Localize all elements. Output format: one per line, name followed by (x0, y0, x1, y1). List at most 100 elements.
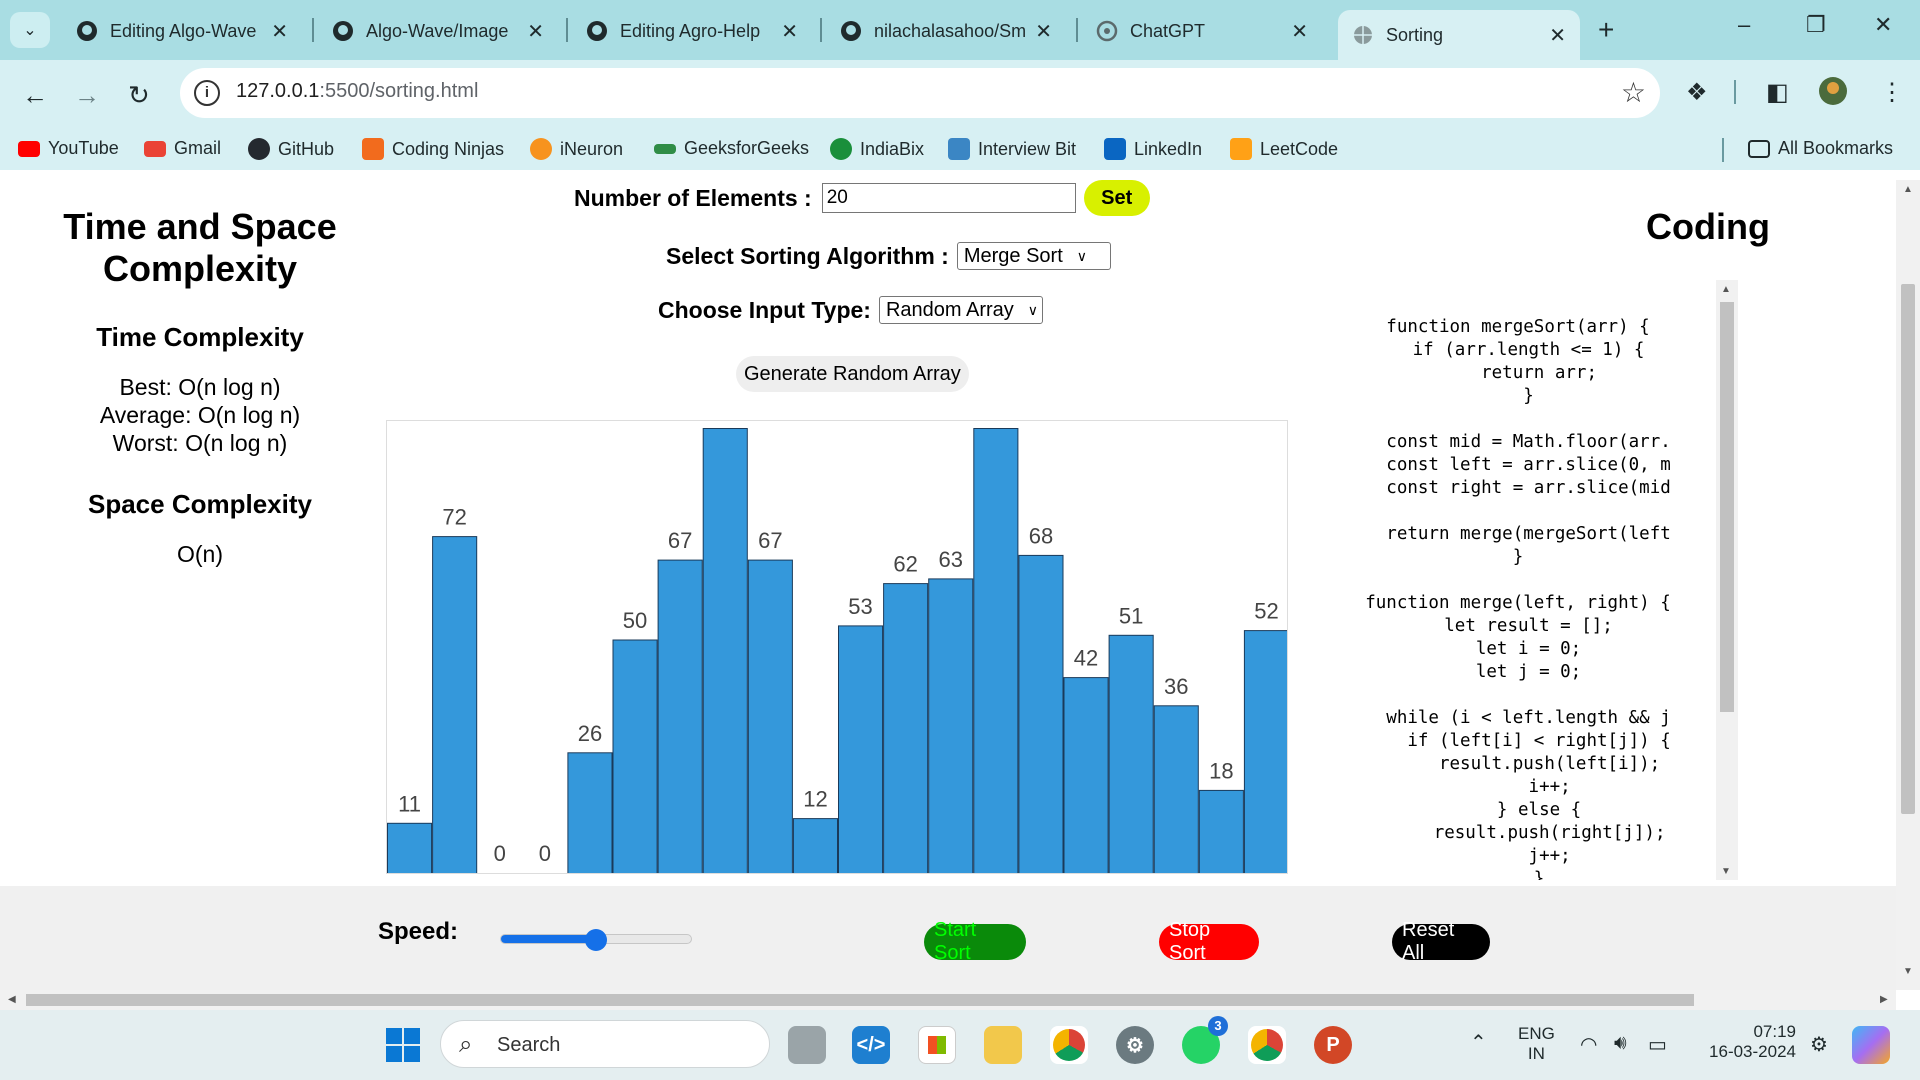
page-hscroll-thumb[interactable] (26, 994, 1694, 1006)
profile-avatar[interactable] (1818, 76, 1848, 106)
extensions-icon[interactable]: ❖ (1686, 78, 1708, 107)
time-complexity-values: Best: O(n log n) Average: O(n log n) Wor… (0, 373, 400, 457)
scroll-down-icon[interactable]: ▼ (1903, 966, 1913, 977)
taskbar-search[interactable]: ⌕ Search (440, 1020, 770, 1068)
bar (567, 752, 613, 873)
code-scrollbar[interactable]: ▲ ▼ (1716, 280, 1738, 880)
language-indicator[interactable]: ENG IN (1518, 1024, 1555, 1064)
bar-value-label: 18 (1209, 758, 1233, 783)
page-viewport: Time and Space Complexity Time Complexity… (0, 180, 1920, 1010)
chrome-icon[interactable] (1050, 1026, 1088, 1064)
bookmark-geeksforgeeks[interactable]: GeeksforGeeks (654, 138, 809, 159)
chevron-down-icon: ⌄ (23, 22, 37, 39)
chatgpt-icon (1096, 20, 1118, 42)
bookmark-indiabix[interactable]: IndiaBix (830, 138, 924, 160)
bar-value-label: 67 (758, 528, 782, 553)
all-bookmarks[interactable]: All Bookmarks (1748, 138, 1893, 159)
page-vertical-scrollbar[interactable]: ▲ ▼ (1896, 180, 1920, 990)
address-bar[interactable]: i 127.0.0.1:5500/sorting.html ☆ (180, 68, 1660, 118)
file-explorer-icon[interactable] (984, 1026, 1022, 1064)
close-icon[interactable]: ✕ (1035, 19, 1052, 44)
tab-search-button[interactable]: ⌄ (10, 12, 50, 48)
code-scroll-thumb[interactable] (1720, 302, 1734, 712)
bookmark-star-icon[interactable]: ☆ (1621, 76, 1646, 109)
bookmark-youtube[interactable]: YouTube (18, 138, 119, 159)
tab-separator (566, 18, 568, 42)
wifi-icon[interactable]: ◠ (1580, 1032, 1597, 1057)
volume-icon[interactable]: 🔊︎ (1614, 1032, 1627, 1055)
site-info-icon[interactable]: i (194, 80, 220, 106)
close-icon[interactable]: ✕ (781, 19, 798, 44)
speed-slider[interactable] (500, 929, 692, 951)
minimize-icon[interactable]: – (1738, 12, 1750, 38)
bookmarks-divider (1722, 138, 1724, 162)
playback-controls: Speed: Start Sort Stop Sort Reset All (0, 886, 1896, 990)
restore-icon[interactable]: ❐ (1806, 12, 1826, 38)
tab-title: Editing Agro-Help (620, 20, 761, 41)
bookmark-ineuron[interactable]: iNeuron (530, 138, 623, 160)
clock[interactable]: 07:19 16-03-2024 (1700, 1022, 1796, 1062)
scroll-right-icon[interactable]: ▶ (1880, 994, 1888, 1005)
scroll-up-icon[interactable]: ▲ (1903, 184, 1913, 195)
interviewbit-icon (948, 138, 970, 160)
scroll-down-icon[interactable]: ▼ (1721, 866, 1731, 877)
bookmark-leetcode[interactable]: LeetCode (1230, 138, 1338, 160)
speed-slider-handle[interactable] (585, 929, 607, 951)
notifications-icon[interactable]: ⚙ (1810, 1032, 1828, 1057)
notification-badge: 3 (1208, 1016, 1228, 1036)
close-window-icon[interactable]: ✕ (1874, 12, 1892, 38)
code-viewer[interactable]: function mergeSort(arr) { if (arr.length… (1320, 280, 1738, 880)
close-icon[interactable]: ✕ (271, 19, 288, 44)
copilot-icon[interactable] (1852, 1026, 1890, 1064)
settings-gear-icon[interactable]: ⚙ (1116, 1026, 1154, 1064)
bar-value-label: 12 (803, 787, 827, 812)
stop-sort-button[interactable]: Stop Sort (1159, 919, 1259, 964)
side-panel-icon[interactable]: ◧ (1766, 78, 1789, 107)
scroll-left-icon[interactable]: ◀ (8, 994, 16, 1005)
bookmark-interview-bit[interactable]: Interview Bit (948, 138, 1076, 160)
tab-title: Editing Algo-Wave (110, 20, 257, 41)
chrome-active-icon[interactable] (1248, 1026, 1286, 1064)
windows-start-icon[interactable] (386, 1028, 420, 1062)
bookmark-gmail[interactable]: Gmail (144, 138, 221, 159)
scroll-up-icon[interactable]: ▲ (1721, 284, 1731, 295)
new-tab-button[interactable]: + (1598, 14, 1614, 46)
tab-algo-wave-image[interactable]: Algo-Wave/Image ✕ (318, 10, 558, 52)
powerpoint-icon[interactable]: P (1314, 1026, 1352, 1064)
tab-editing-agro-help[interactable]: Editing Agro-Help ✕ (572, 10, 812, 52)
close-icon[interactable]: ✕ (1549, 23, 1566, 48)
bookmark-github[interactable]: GitHub (248, 138, 334, 160)
tab-nilachalasahoo[interactable]: nilachalasahoo/Sm ✕ (826, 10, 1066, 52)
algorithm-select[interactable]: Merge Sort ∨ (956, 242, 1111, 270)
task-view-icon[interactable] (788, 1026, 826, 1064)
battery-icon[interactable]: ▭ (1648, 1032, 1667, 1057)
start-sort-button[interactable]: Start Sort (924, 919, 1026, 964)
bar (702, 428, 748, 873)
input-type-select[interactable]: Random Array ∨ (878, 296, 1043, 324)
close-icon[interactable]: ✕ (1291, 19, 1308, 44)
page-horizontal-scrollbar[interactable]: ◀ ▶ (0, 990, 1896, 1010)
github-icon (587, 21, 607, 41)
bar-value-label: 95 (713, 421, 737, 422)
chevron-up-icon[interactable]: ⌃ (1470, 1030, 1487, 1055)
bar-value-label: 11 (398, 791, 421, 816)
tab-sorting[interactable]: Sorting ✕ (1338, 10, 1580, 60)
reset-all-button[interactable]: Reset All (1392, 919, 1490, 964)
forward-icon[interactable]: → (74, 80, 100, 111)
bookmark-linkedin[interactable]: LinkedIn (1104, 138, 1202, 160)
generate-random-array-button[interactable]: Generate Random Array (736, 356, 969, 392)
whatsapp-icon[interactable]: 3 (1182, 1016, 1228, 1064)
bar-value-label: 50 (623, 608, 647, 633)
reload-icon[interactable]: ↻ (128, 80, 150, 111)
page-scroll-thumb[interactable] (1901, 284, 1915, 814)
bookmark-coding-ninjas[interactable]: Coding Ninjas (362, 138, 504, 160)
menu-kebab-icon[interactable]: ⋮ (1880, 78, 1904, 107)
elements-input[interactable] (821, 183, 1076, 213)
tab-editing-algo-wave[interactable]: Editing Algo-Wave ✕ (62, 10, 302, 52)
vscode-icon[interactable]: </> (852, 1026, 890, 1064)
close-icon[interactable]: ✕ (527, 19, 544, 44)
set-button[interactable]: Set (1083, 180, 1150, 216)
microsoft-store-icon[interactable] (918, 1026, 956, 1064)
back-icon[interactable]: ← (22, 80, 48, 111)
tab-chatgpt[interactable]: ChatGPT ✕ (1082, 10, 1322, 52)
